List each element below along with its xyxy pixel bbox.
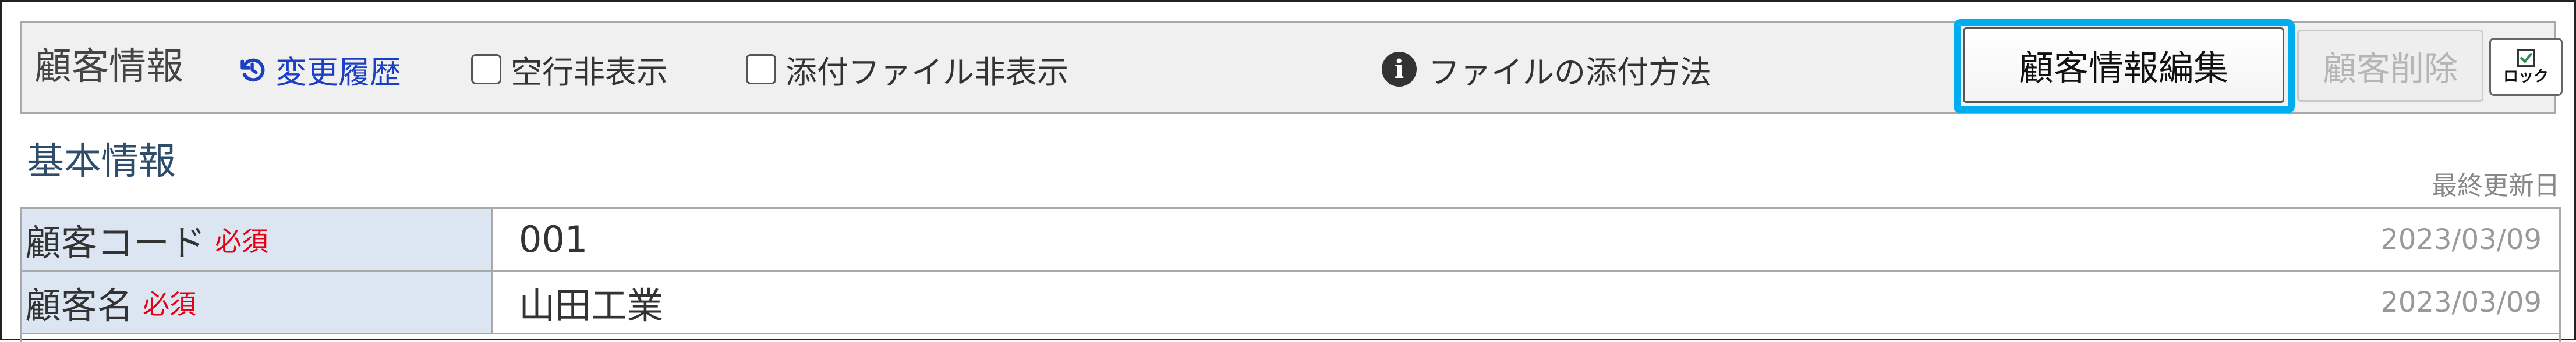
toolbar: 顧客情報 変更履歴 空行非表示 添付ファイル非表示 i ファイルの添付方法 顧客… (20, 19, 2563, 114)
required-badge: 必須 (143, 288, 197, 320)
hide-empty-rows-option[interactable]: 空行非表示 (471, 45, 668, 94)
lock-checkbox-icon (2517, 49, 2535, 67)
lock-button-label: ロック (2503, 68, 2549, 86)
lock-button[interactable]: ロック (2489, 38, 2563, 96)
field-updated-date: 2023/03/09 (2380, 223, 2542, 256)
change-history-link[interactable]: 変更履歴 (236, 45, 401, 94)
edit-customer-button[interactable]: 顧客情報編集 (1963, 27, 2284, 103)
hide-attachments-checkbox[interactable] (746, 54, 776, 84)
field-updated-date: 2023/03/09 (2380, 286, 2542, 319)
basic-info-table: 顧客コード 必須 001 2023/03/09 顧客名 必須 山田工業 2023… (20, 207, 2561, 342)
field-value: 山田工業 (519, 284, 664, 327)
field-label: 顧客名 (25, 284, 134, 327)
delete-customer-button[interactable]: 顧客削除 (2297, 30, 2483, 102)
info-icon: i (1382, 52, 1417, 87)
change-history-label: 変更履歴 (275, 54, 401, 91)
hide-empty-rows-label: 空行非表示 (511, 54, 668, 91)
field-row-customer-code: 顧客コード 必須 001 2023/03/09 (22, 209, 2559, 272)
attach-method-help-link[interactable]: i ファイルの添付方法 (1382, 45, 1711, 94)
field-label: 顧客コード (25, 221, 206, 264)
hide-attachments-label: 添付ファイル非表示 (785, 54, 1068, 91)
attach-method-help-label: ファイルの添付方法 (1428, 54, 1711, 91)
field-label-cell: 顧客コード 必須 (22, 209, 493, 270)
history-icon (240, 58, 265, 82)
field-value: 001 (519, 218, 588, 261)
toolbar-title: 顧客情報 (34, 45, 183, 88)
hide-attachments-option[interactable]: 添付ファイル非表示 (746, 45, 1068, 94)
required-badge: 必須 (215, 225, 269, 257)
last-updated-header: 最終更新日 (2432, 171, 2560, 201)
section-title: 基本情報 (27, 140, 176, 183)
hide-empty-rows-checkbox[interactable] (471, 54, 501, 84)
field-label-cell: 顧客名 必須 (22, 272, 493, 333)
field-row-customer-name: 顧客名 必須 山田工業 2023/03/09 (22, 272, 2559, 334)
